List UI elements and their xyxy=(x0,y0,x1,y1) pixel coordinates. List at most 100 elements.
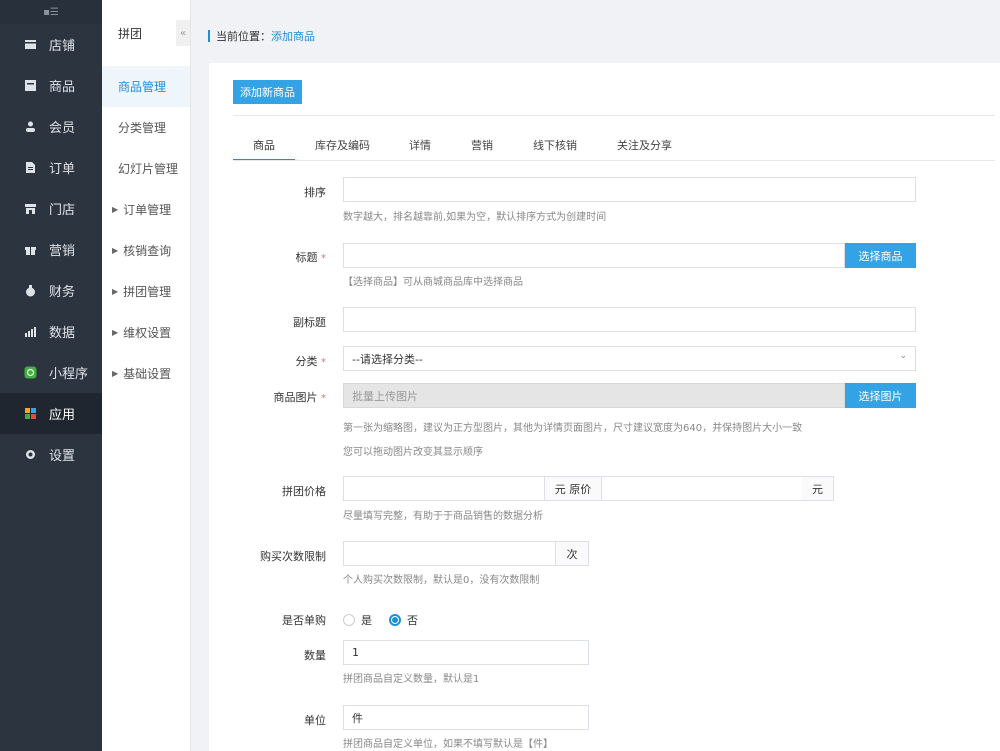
gift-icon xyxy=(24,243,37,256)
single-no-radio[interactable]: 否 xyxy=(389,612,418,628)
unit-label-text: 单位 xyxy=(304,714,326,727)
subtitle-label: 副标题 xyxy=(216,314,326,330)
breadcrumb: 当前位置： 添加商品 xyxy=(208,28,315,44)
submenu-item-label: 基础设置 xyxy=(123,367,172,381)
title-input[interactable] xyxy=(343,243,845,268)
sidebar-item-label: 门店 xyxy=(49,203,76,218)
gear-icon xyxy=(24,448,37,461)
sidebar-item-label: 财务 xyxy=(49,285,76,300)
unit-input[interactable]: 件 xyxy=(343,705,589,730)
sidebar-item-4[interactable]: 订单 xyxy=(0,147,102,188)
submenu-item-label: 分类管理 xyxy=(118,121,167,135)
submenu-item-2[interactable]: 分类管理 xyxy=(102,107,190,148)
sidebar-item-3[interactable]: 会员 xyxy=(0,106,102,147)
submenu-item-5[interactable]: ▶ 核销查询 xyxy=(102,230,190,271)
price-label: 拼团价格 xyxy=(216,483,326,499)
sidebar-item-8[interactable]: 数据 xyxy=(0,311,102,352)
radio-unchecked-icon xyxy=(343,614,355,626)
submenu-item-label: 拼团管理 xyxy=(123,285,172,299)
limit-label-text: 购买次数限制 xyxy=(260,550,326,563)
category-label: 分类 * xyxy=(216,353,327,369)
sidebar-item-label: 店铺 xyxy=(49,39,76,54)
single-no-label: 否 xyxy=(407,614,418,627)
sidebar-item-6[interactable]: 营销 xyxy=(0,229,102,270)
sidebar-item-label: 营销 xyxy=(49,244,76,259)
store-icon xyxy=(24,202,37,215)
submenu-title-text: 拼团 xyxy=(118,26,143,41)
breadcrumb-marker xyxy=(208,30,210,42)
order-icon xyxy=(24,161,37,174)
tab-follow-share[interactable]: 关注及分享 xyxy=(617,137,687,161)
add-new-product-button[interactable]: 添加新商品 xyxy=(233,80,302,104)
sidebar-item-label: 会员 xyxy=(49,121,76,136)
subtitle-label-text: 副标题 xyxy=(293,316,326,329)
batch-upload-field[interactable]: 批量上传图片 xyxy=(343,383,845,408)
money-bag-icon xyxy=(24,284,37,297)
submenu-item-7[interactable]: ▶ 维权设置 xyxy=(102,312,190,353)
header-bar: 当前位置： 添加商品 xyxy=(191,0,1000,60)
sidebar-item-label: 小程序 xyxy=(49,367,89,382)
submenu-item-label: 幻灯片管理 xyxy=(118,162,179,176)
submenu-item-8[interactable]: ▶ 基础设置 xyxy=(102,353,190,394)
content-panel: 添加新商品 商品 库存及编码 详情 营销 线下核销 关注及分享 排序 数字越大，… xyxy=(209,63,1000,751)
submenu-item-3[interactable]: 幻灯片管理 xyxy=(102,148,190,189)
secondary-menu: 拼团 « 商品管理分类管理幻灯片管理 ▶ 订单管理 ▶ 核销查询 ▶ 拼团管理 ▶ 维权设置 ▶ 基… xyxy=(102,0,191,751)
sidebar-item-2[interactable]: 商品 xyxy=(0,65,102,106)
menu-icon[interactable]: ▪☰ xyxy=(0,0,102,24)
sidebar-item-7[interactable]: 财务 xyxy=(0,270,102,311)
tab-stock[interactable]: 库存及编码 xyxy=(315,137,381,161)
title-label-text: 标题 xyxy=(295,251,318,264)
sidebar-item-label: 应用 xyxy=(49,408,76,423)
tab-product[interactable]: 商品 xyxy=(233,137,295,161)
tab-marketing[interactable]: 营销 xyxy=(471,137,505,161)
product-tabs: 商品 库存及编码 详情 营销 线下核销 关注及分享 xyxy=(233,137,687,161)
original-price-input[interactable] xyxy=(601,476,803,501)
sort-help: 数字越大，排名越靠前,如果为空，默认排序方式为创建时间 xyxy=(343,212,607,223)
category-label-text: 分类 xyxy=(295,355,318,368)
sidebar-item-10[interactable]: 应用 xyxy=(0,393,102,434)
unit-label: 单位 xyxy=(216,712,326,728)
submenu-item-label: 维权设置 xyxy=(123,326,172,340)
group-price-input[interactable] xyxy=(343,476,545,501)
breadcrumb-label: 当前位置： xyxy=(216,30,271,43)
original-price-unit: 元 xyxy=(802,476,834,501)
collapse-submenu-icon[interactable]: « xyxy=(176,20,190,46)
category-selected-value: --请选择分类-- xyxy=(352,352,423,366)
select-product-button[interactable]: 选择商品 xyxy=(845,243,916,268)
category-select[interactable]: --请选择分类-- ⌄ xyxy=(343,346,916,371)
purchase-limit-input[interactable] xyxy=(343,541,556,566)
sidebar-item-5[interactable]: 门店 xyxy=(0,188,102,229)
divider xyxy=(233,115,995,116)
subtitle-input[interactable] xyxy=(343,307,916,332)
submenu-title: 拼团 « xyxy=(102,0,190,66)
quantity-input[interactable]: 1 xyxy=(343,640,589,665)
price-label-text: 拼团价格 xyxy=(282,485,326,498)
sidebar-item-label: 商品 xyxy=(49,80,76,95)
single-label-text: 是否单购 xyxy=(282,614,326,627)
single-label: 是否单购 xyxy=(216,612,326,628)
sidebar-item-label: 订单 xyxy=(49,162,76,177)
sidebar-item-9[interactable]: 小程序 xyxy=(0,352,102,393)
breadcrumb-current[interactable]: 添加商品 xyxy=(271,28,315,44)
limit-help: 个人购买次数限制，默认是0，没有次数限制 xyxy=(343,575,540,586)
sidebar-item-1[interactable]: 店铺 xyxy=(0,24,102,65)
sort-input[interactable] xyxy=(343,177,916,202)
tab-detail[interactable]: 详情 xyxy=(409,137,443,161)
sort-label-text: 排序 xyxy=(304,186,326,199)
images-label: 商品图片 * xyxy=(216,389,327,405)
submenu-item-1[interactable]: 商品管理 xyxy=(102,66,190,107)
quantity-help: 拼团商品自定义数量，默认是1 xyxy=(343,674,480,685)
images-label-text: 商品图片 xyxy=(273,391,318,404)
sort-label: 排序 xyxy=(216,184,326,200)
submenu-item-6[interactable]: ▶ 拼团管理 xyxy=(102,271,190,312)
submenu-item-label: 商品管理 xyxy=(118,80,167,94)
submenu-item-4[interactable]: ▶ 订单管理 xyxy=(102,189,190,230)
sidebar-item-11[interactable]: 设置 xyxy=(0,434,102,475)
radio-checked-icon xyxy=(389,614,401,626)
submenu-item-label: 订单管理 xyxy=(123,203,172,217)
tab-offline-verify[interactable]: 线下核销 xyxy=(533,137,589,161)
select-image-button[interactable]: 选择图片 xyxy=(845,383,916,408)
price-help: 尽量填写完整，有助于于商品销售的数据分析 xyxy=(343,511,543,522)
single-yes-radio[interactable]: 是 xyxy=(343,612,372,628)
single-yes-label: 是 xyxy=(361,614,372,627)
